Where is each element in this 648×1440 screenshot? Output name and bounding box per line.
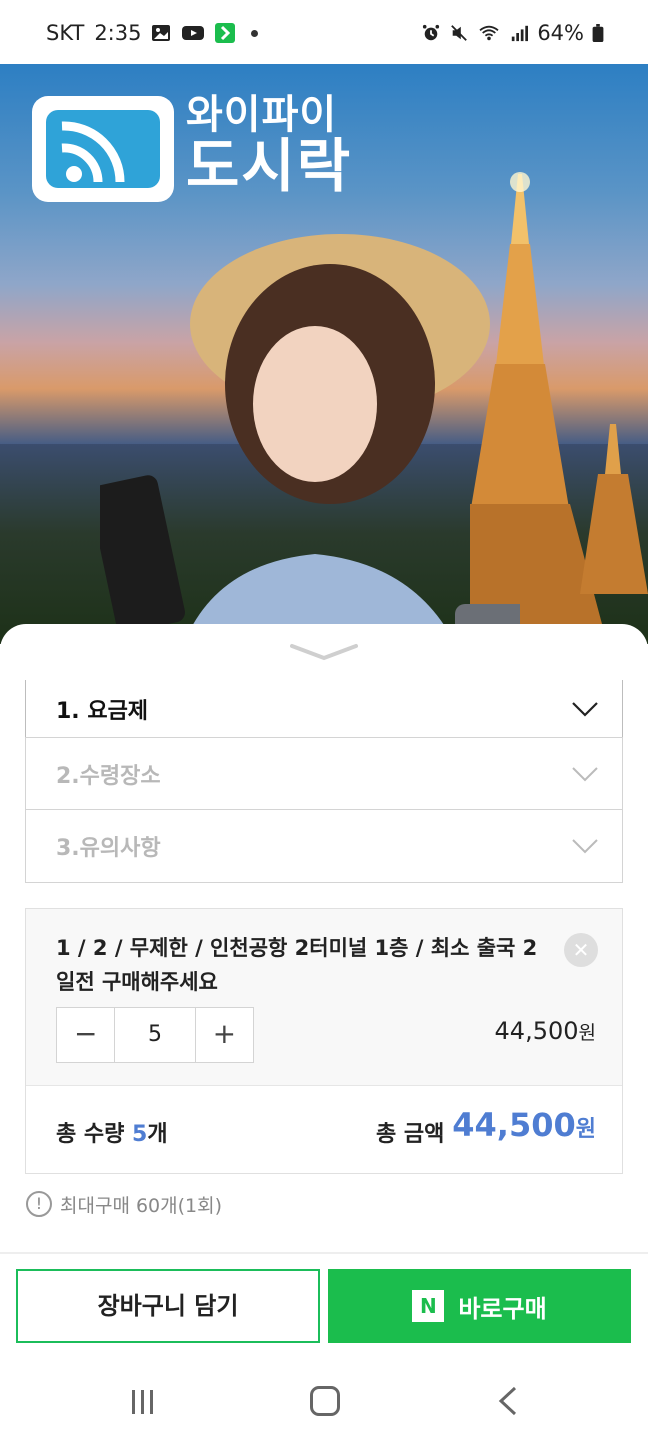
wifi-icon <box>479 25 499 41</box>
carrier-label: SKT <box>46 21 85 45</box>
mute-icon <box>451 25 468 41</box>
battery-percent: 64% <box>537 21 584 45</box>
status-bar: SKT 2:35 64% <box>0 0 648 64</box>
option-title: 1 / 2 / 무제한 / 인천공항 2터미널 1층 / 최소 출국 2일전 구… <box>56 936 538 994</box>
brand-title-line2: 도시락 <box>186 132 353 200</box>
buy-now-label: 바로구매 <box>458 1294 547 1323</box>
accordion-label-plan: 1. 요금제 <box>56 698 149 724</box>
quantity-stepper: − 5 + <box>56 1007 254 1063</box>
chevron-down-icon <box>572 701 598 717</box>
total-amount: 44,500원 <box>452 1106 596 1144</box>
total-amount-label: 총 금액 <box>376 1122 445 1147</box>
info-icon: ! <box>26 1191 52 1217</box>
close-icon[interactable]: ✕ <box>564 933 598 967</box>
youtube-icon <box>182 26 205 40</box>
divider <box>0 1252 648 1254</box>
total-quantity: 총 수량 5개 <box>56 1116 168 1148</box>
sheet-collapse-handle[interactable] <box>290 642 358 662</box>
add-to-cart-button[interactable]: 장바구니 담기 <box>16 1269 320 1343</box>
app-icon <box>215 23 236 43</box>
selected-option: 1 / 2 / 무제한 / 인천공항 2터미널 1층 / 최소 출국 2일전 구… <box>25 908 623 1174</box>
model-photo <box>100 234 520 644</box>
total-amount-unit: 원 <box>575 1117 596 1142</box>
hero-banner: 와이파이 도시락 <box>0 64 648 644</box>
status-right: 64% <box>421 18 604 48</box>
accordion-item-plan[interactable]: 1. 요금제 <box>25 680 623 738</box>
option-price-unit: 원 <box>578 1022 596 1044</box>
battery-icon <box>592 24 604 42</box>
chevron-down-icon <box>572 839 598 854</box>
accordion-item-pickup[interactable]: 2.수령장소 <box>26 738 622 810</box>
purchase-limit-notice: ! 최대구매 60개(1회) <box>26 1190 222 1218</box>
increase-button[interactable]: + <box>196 1008 253 1062</box>
total-quantity-label: 총 수량 <box>56 1122 133 1147</box>
back-icon[interactable] <box>496 1386 520 1416</box>
accordion-label-pickup: 2.수령장소 <box>56 763 161 789</box>
decrease-button[interactable]: − <box>57 1008 114 1062</box>
buy-now-button[interactable]: N 바로구매 <box>328 1269 631 1343</box>
clock: 2:35 <box>94 21 142 45</box>
option-price-value: 44,500 <box>494 1017 579 1045</box>
notice-text: 최대구매 60개(1회) <box>60 1194 223 1217</box>
signal-icon <box>512 25 529 42</box>
home-icon[interactable] <box>310 1386 340 1416</box>
total-quantity-value: 5 <box>132 1122 148 1147</box>
wifi-dosirak-logo-icon <box>46 110 160 188</box>
recent-apps-icon[interactable] <box>128 1388 158 1416</box>
gallery-icon <box>152 25 171 41</box>
brand-title-line1: 와이파이 <box>186 92 338 138</box>
status-left: SKT 2:35 <box>46 18 259 48</box>
option-price: 44,500원 <box>495 1017 596 1045</box>
accordion-label-notes: 3.유의사항 <box>56 836 161 861</box>
alarm-icon <box>423 24 440 41</box>
system-nav-bar <box>0 1360 648 1440</box>
wifi-logo <box>32 96 174 202</box>
accordion: 2.수령장소 3.유의사항 <box>25 737 623 883</box>
order-total: 총 수량 5개 총 금액 44,500원 <box>26 1085 622 1173</box>
total-quantity-unit: 개 <box>147 1122 168 1147</box>
brand-title: 와이파이 도시락 <box>186 94 352 197</box>
notification-dot <box>251 29 259 37</box>
naver-pay-icon: N <box>412 1290 445 1322</box>
quantity-input[interactable]: 5 <box>114 1008 196 1062</box>
total-amount-value: 44,500 <box>452 1106 576 1144</box>
chevron-down-icon <box>572 766 598 781</box>
accordion-item-notes[interactable]: 3.유의사항 <box>26 810 622 882</box>
